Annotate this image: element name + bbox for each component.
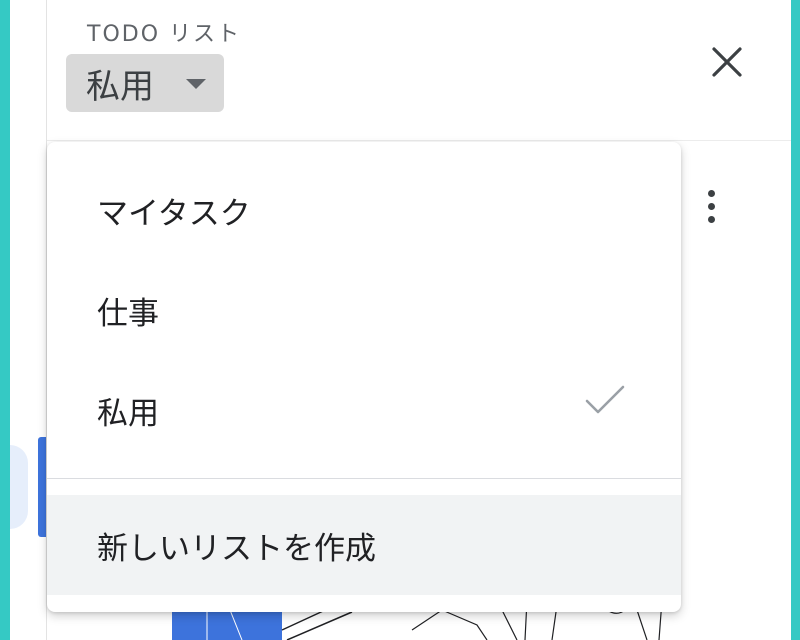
close-button[interactable] [703, 38, 751, 86]
window-frame-right [791, 0, 800, 640]
more-vert-icon [708, 190, 715, 197]
header-divider [47, 140, 791, 141]
list-dropdown-menu: マイタスク 仕事 私用 新しいリストを作成 [47, 142, 681, 612]
list-selector-button[interactable]: 私用 [66, 54, 224, 112]
list-selector-label: 私用 [86, 66, 154, 107]
menu-item-work[interactable]: 仕事 [47, 262, 681, 358]
panel-title: TODO リスト [87, 22, 242, 47]
menu-item-personal[interactable]: 私用 [47, 362, 681, 458]
caret-down-icon [186, 79, 206, 89]
create-new-list-button[interactable]: 新しいリストを作成 [47, 495, 681, 595]
menu-item-label: 私用 [97, 395, 159, 432]
side-rail [10, 0, 47, 640]
check-icon [585, 385, 625, 414]
more-vert-icon-dot [708, 216, 715, 223]
create-new-list-label: 新しいリストを作成 [97, 530, 376, 567]
side-rail-highlight [10, 445, 28, 529]
more-vert-icon-dot [708, 203, 715, 210]
window-frame-left [0, 0, 10, 640]
close-icon [712, 47, 742, 77]
more-options-button[interactable] [699, 182, 723, 232]
tasks-app-indicator [38, 437, 46, 537]
menu-item-label: 仕事 [97, 295, 159, 332]
menu-item-my-tasks[interactable]: マイタスク [47, 162, 681, 258]
menu-divider [47, 478, 681, 479]
menu-item-label: マイタスク [97, 195, 251, 232]
